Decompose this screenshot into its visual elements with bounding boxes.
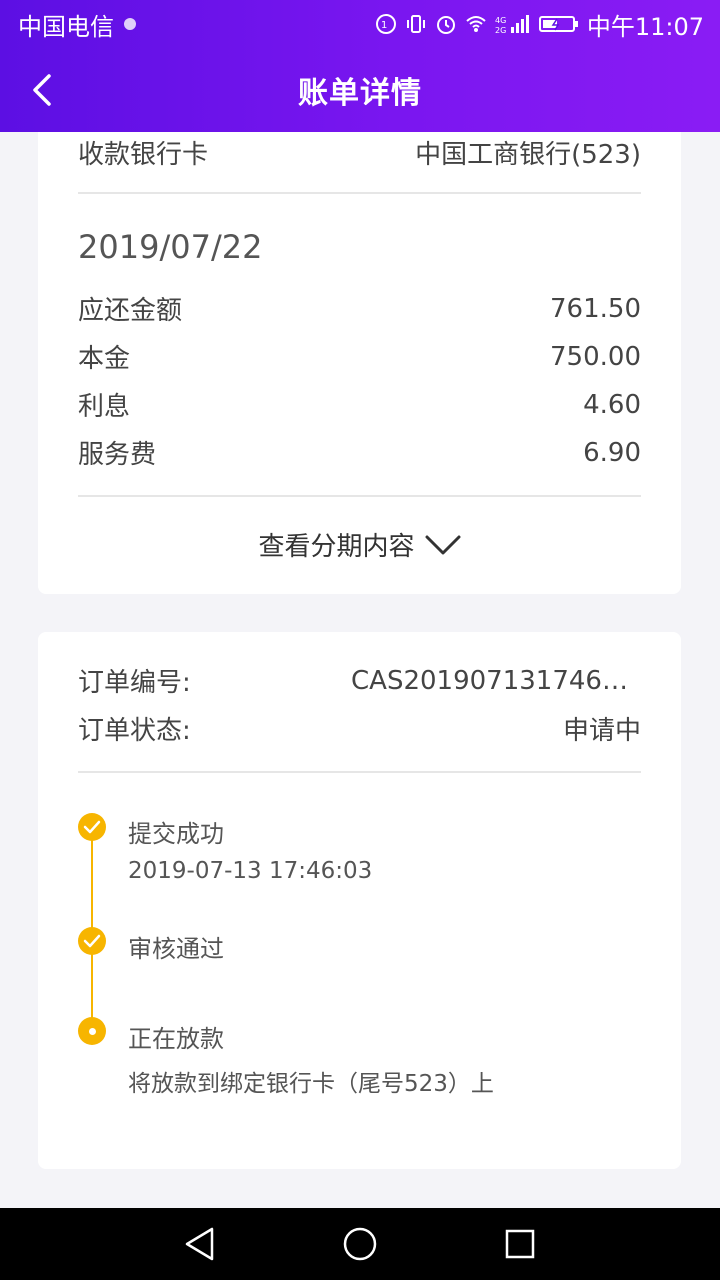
nav-home-button[interactable] xyxy=(338,1222,382,1266)
chevron-down-icon xyxy=(425,535,460,554)
interest-label: 利息 xyxy=(78,392,131,422)
signal-icon: 4G2G xyxy=(495,15,529,35)
page-title: 账单详情 xyxy=(298,76,422,111)
timeline-step-time: 2019-07-13 17:46:03 xyxy=(128,858,373,884)
timeline-connector xyxy=(91,840,93,930)
interest-value: 4.60 xyxy=(583,389,641,420)
bank-card-label: 收款银行卡 xyxy=(78,139,209,170)
timeline-step-desc: 将放款到绑定银行卡（尾号523）上 xyxy=(128,1071,494,1097)
order-number-value: CAS20190713174602… xyxy=(351,665,641,696)
notification-dot-icon xyxy=(124,18,136,30)
view-installments-label: 查看分期内容 xyxy=(258,532,415,562)
timeline-connector xyxy=(91,954,93,1020)
interest-row: 利息 4.60 xyxy=(78,386,641,423)
battery-icon xyxy=(538,16,578,32)
square-recents-icon xyxy=(505,1229,535,1259)
system-nav-bar xyxy=(0,1208,720,1280)
timeline-step-title: 提交成功 xyxy=(128,820,224,848)
step-complete-icon xyxy=(78,813,106,841)
order-status-value: 申请中 xyxy=(562,716,641,746)
svg-text:2G: 2G xyxy=(495,26,506,35)
check-icon xyxy=(83,934,101,948)
status-bar: 中国电信 1 4G 2G 中午11:07 xyxy=(0,0,720,48)
svg-text:1: 1 xyxy=(381,20,387,31)
bill-date: 2019/07/22 xyxy=(78,228,263,266)
order-number-row: 订单编号: CAS20190713174602… xyxy=(78,662,641,699)
divider xyxy=(78,771,641,773)
step-current-icon xyxy=(78,1017,106,1045)
amount-due-value: 761.50 xyxy=(550,293,641,324)
divider xyxy=(78,192,641,194)
hd-call-icon: 1 xyxy=(375,14,396,34)
view-installments-toggle[interactable]: 查看分期内容 xyxy=(38,526,681,563)
bill-card: 收款银行卡 中国工商银行(523) 2019/07/22 应还金额 761.50… xyxy=(38,132,681,594)
order-status-label: 订单状态: xyxy=(78,716,191,746)
order-number-label: 订单编号: xyxy=(78,668,191,698)
service-fee-row: 服务费 6.90 xyxy=(78,434,641,471)
bank-card-row: 收款银行卡 中国工商银行(523) xyxy=(78,134,641,170)
nav-recents-button[interactable] xyxy=(498,1222,542,1266)
nav-bar: 账单详情 xyxy=(0,48,720,132)
clock-time: 中午11:07 xyxy=(586,12,704,41)
principal-row: 本金 750.00 xyxy=(78,338,641,375)
amount-due-label: 应还金额 xyxy=(78,296,183,326)
service-fee-value: 6.90 xyxy=(583,437,641,468)
app-header: 中国电信 1 4G 2G 中午11:07 账单详情 xyxy=(0,0,720,132)
dot-icon xyxy=(88,1027,96,1035)
divider xyxy=(78,495,641,497)
order-card: 订单编号: CAS20190713174602… 订单状态: 申请中 提交成功 … xyxy=(38,632,681,1169)
order-status-row: 订单状态: 申请中 xyxy=(78,710,641,747)
timeline-step-title: 审核通过 xyxy=(128,935,224,963)
svg-text:4G: 4G xyxy=(495,16,506,25)
service-fee-label: 服务费 xyxy=(78,440,157,470)
wifi-icon xyxy=(466,16,486,32)
alarm-icon xyxy=(436,16,455,34)
back-button[interactable] xyxy=(22,70,62,110)
amount-due-row: 应还金额 761.50 xyxy=(78,290,641,327)
triangle-back-icon xyxy=(185,1227,214,1261)
principal-value: 750.00 xyxy=(550,341,641,372)
vibrate-icon xyxy=(406,15,425,33)
circle-home-icon xyxy=(343,1227,377,1261)
timeline-step-title: 正在放款 xyxy=(128,1025,224,1053)
step-complete-icon xyxy=(78,927,106,955)
nav-back-button[interactable] xyxy=(178,1222,222,1266)
principal-label: 本金 xyxy=(78,344,131,374)
carrier-name: 中国电信 xyxy=(18,12,114,41)
chevron-left-icon xyxy=(33,74,51,106)
check-icon xyxy=(83,820,101,834)
bank-card-value: 中国工商银行(523) xyxy=(415,139,641,170)
